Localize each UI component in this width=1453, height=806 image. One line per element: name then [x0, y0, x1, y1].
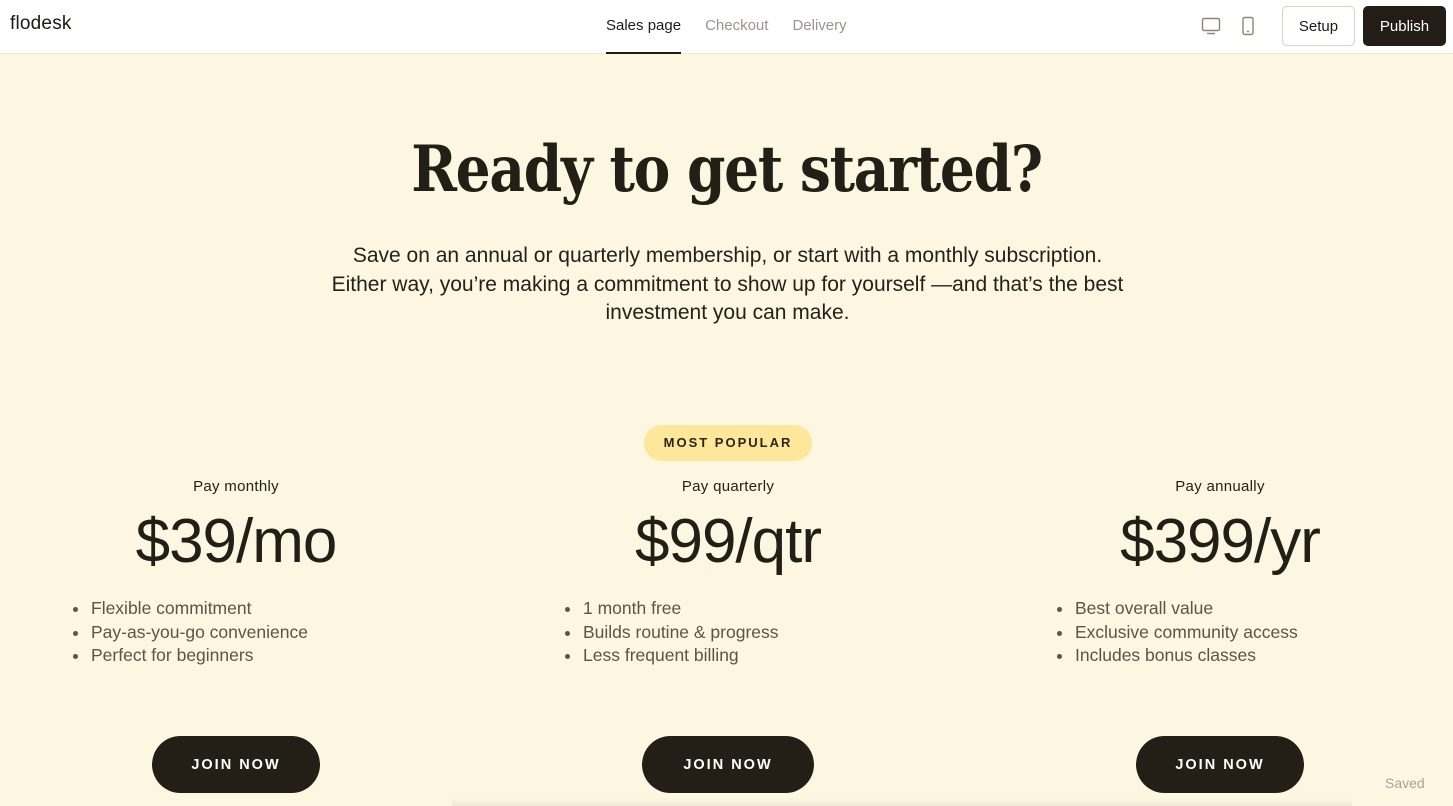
bottom-panel-shadow	[452, 798, 1352, 806]
hero-subtext: Save on an annual or quarterly membershi…	[331, 244, 1124, 324]
publish-button[interactable]: Publish	[1363, 6, 1446, 46]
desktop-icon[interactable]	[1200, 15, 1222, 37]
setup-button[interactable]: Setup	[1282, 6, 1355, 46]
join-now-button-monthly[interactable]: JOIN NOW	[152, 736, 320, 793]
save-status: Saved	[1385, 775, 1425, 791]
plan-name: Pay quarterly	[681, 478, 775, 495]
feature-list: 1 month free Builds routine & progress L…	[558, 597, 898, 668]
feature-item: Best overall value	[1050, 597, 1390, 621]
plan-name: Pay monthly	[193, 478, 279, 495]
tab-sales-page[interactable]: Sales page	[606, 0, 682, 54]
feature-list: Flexible commitment Pay-as-you-go conven…	[66, 597, 406, 668]
most-popular-badge: MOST POPULAR	[644, 425, 812, 461]
plan-name: Pay annually	[1175, 478, 1265, 495]
feature-item: Exclusive community access	[1050, 621, 1390, 645]
page-headline: Ready to get started?	[411, 132, 1043, 207]
top-bar: flodesk Sales page Checkout Delivery Set…	[0, 0, 1453, 54]
plan-annually: Pay annually $399/yr Best overall value …	[1050, 478, 1390, 668]
plan-monthly: Pay monthly $39/mo Flexible commitment P…	[66, 478, 406, 668]
feature-item: Less frequent billing	[558, 644, 898, 668]
plan-price: $39/mo	[135, 507, 338, 576]
plan-price: $399/yr	[1120, 507, 1321, 576]
feature-item: Perfect for beginners	[66, 644, 406, 668]
feature-item: Builds routine & progress	[558, 621, 898, 645]
tab-checkout[interactable]: Checkout	[705, 0, 768, 54]
editor-tabs: Sales page Checkout Delivery	[606, 0, 847, 54]
feature-item: 1 month free	[558, 597, 898, 621]
feature-item: Includes bonus classes	[1050, 644, 1390, 668]
join-now-button-annually[interactable]: JOIN NOW	[1136, 736, 1304, 793]
feature-item: Pay-as-you-go convenience	[66, 621, 406, 645]
mobile-icon[interactable]	[1237, 15, 1259, 37]
feature-item: Flexible commitment	[66, 597, 406, 621]
logo[interactable]: flodesk	[10, 13, 72, 35]
tab-delivery[interactable]: Delivery	[792, 0, 846, 54]
plan-price: $99/qtr	[634, 507, 822, 576]
join-now-button-quarterly[interactable]: JOIN NOW	[642, 736, 814, 793]
feature-list: Best overall value Exclusive community a…	[1050, 597, 1390, 668]
plan-quarterly: Pay quarterly $99/qtr 1 month free Build…	[558, 478, 898, 668]
